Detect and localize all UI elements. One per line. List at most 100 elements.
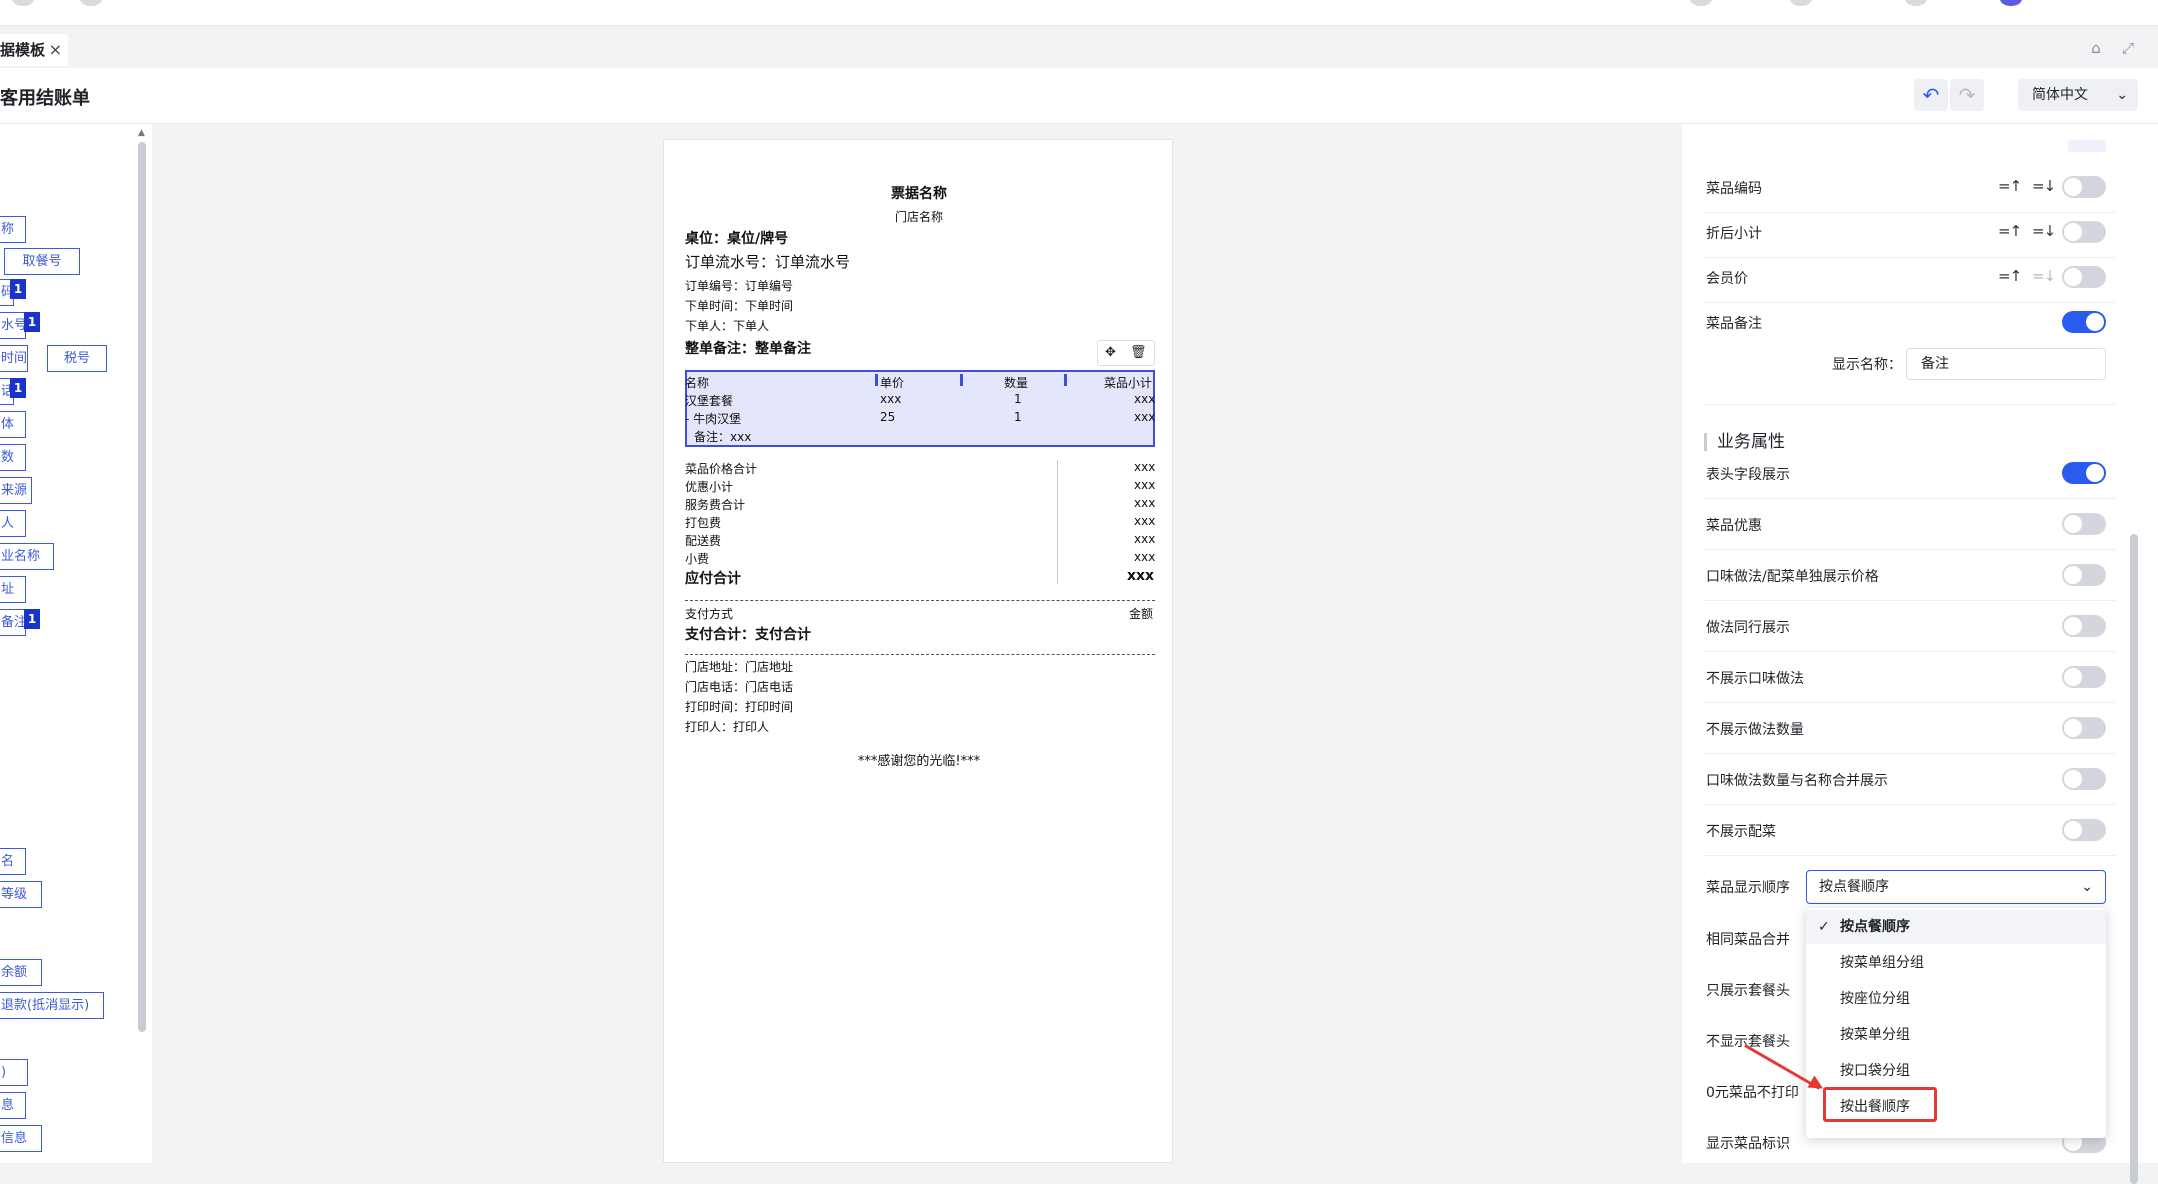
toggle-hide-method-qty[interactable] — [2062, 717, 2106, 739]
toggle-discounted-subtotal[interactable] — [2062, 221, 2106, 243]
section-title: 业务属性 — [1704, 433, 1785, 451]
serial-field[interactable]: 订单流水号：订单流水号 — [685, 251, 850, 272]
pay-method[interactable]: 支付方式 — [685, 605, 733, 622]
field-tag[interactable]: 人 — [0, 510, 26, 537]
column-resize-handle[interactable] — [1064, 374, 1067, 386]
total-label[interactable]: 应付合计 — [685, 568, 741, 588]
thanks-text[interactable]: ***感谢您的光临!*** — [664, 750, 1174, 769]
field-tag[interactable]: 来源 — [0, 477, 32, 504]
menu-option[interactable]: 按菜单组分组 — [1806, 946, 2106, 980]
toggle-hide-side-dish[interactable] — [2062, 819, 2106, 841]
field-tag[interactable]: 余额 — [0, 959, 42, 986]
summary-label[interactable]: 配送费 — [685, 532, 721, 549]
redo-button[interactable]: ↷ — [1950, 79, 1984, 111]
avatar[interactable] — [2000, 0, 2022, 6]
summary-label[interactable]: 优惠小计 — [685, 478, 733, 495]
field-tag[interactable]: 数 — [0, 444, 26, 471]
tab-receipt-template[interactable]: 据模板 × — [0, 34, 68, 66]
sort-down-icon[interactable]: =↓ — [2032, 267, 2056, 285]
summary-divider — [1057, 460, 1058, 584]
field-tag[interactable]: 体 — [0, 411, 26, 438]
left-scrollbar[interactable] — [138, 142, 146, 1032]
undo-button[interactable]: ↶ — [1914, 79, 1948, 111]
toggle-dish-discount[interactable] — [2062, 513, 2106, 535]
toggle-dish-note[interactable] — [2062, 311, 2106, 333]
pin-icon[interactable]: ⌂ — [2084, 36, 2108, 60]
footer-line[interactable]: 打印人：打印人 — [685, 718, 769, 735]
field-tag[interactable]: 时间 — [0, 345, 28, 372]
annotation-highlight-box — [1823, 1087, 1937, 1122]
row-label: 菜品显示顺序 — [1706, 880, 1790, 896]
column-header-qty: 数量 — [1004, 376, 1029, 390]
table-field[interactable]: 桌位：桌位/牌号 — [685, 228, 788, 248]
row-label: 折后小计 — [1706, 226, 1762, 242]
footer-line[interactable]: 门店地址：门店地址 — [685, 658, 793, 675]
field-tag[interactable]: 等级 — [0, 881, 42, 908]
menu-option[interactable]: ✓ 按点餐顺序 — [1806, 910, 2106, 944]
pay-total[interactable]: 支付合计：支付合计 — [685, 624, 811, 644]
menu-option[interactable]: 按座位分组 — [1806, 982, 2106, 1016]
summary-label[interactable]: 打包费 — [685, 514, 721, 531]
field-tag[interactable]: ) — [0, 1059, 28, 1086]
sort-down-icon[interactable]: =↓ — [2032, 177, 2056, 195]
language-select[interactable]: 简体中文 ⌄ — [2018, 79, 2138, 111]
whole-note-field[interactable]: 整单备注：整单备注 — [685, 338, 811, 358]
menu-option[interactable]: 按口袋分组 — [1806, 1054, 2106, 1088]
sort-up-icon[interactable]: =↑ — [1998, 267, 2022, 285]
field-tag[interactable]: 业名称 — [0, 543, 54, 570]
right-scrollbar[interactable] — [2130, 534, 2138, 1184]
toggle-merge-method-qty[interactable] — [2062, 768, 2106, 790]
items-table-selected[interactable] — [685, 370, 1155, 447]
top-icon — [80, 0, 102, 6]
summary-value: xxx — [1134, 478, 1156, 492]
column-resize-handle[interactable] — [875, 374, 878, 386]
field-tag[interactable]: 名 — [0, 848, 26, 875]
field-tag[interactable]: 取餐号 — [4, 248, 80, 275]
field-tag[interactable]: 称 — [0, 216, 26, 243]
toggle-header-fields[interactable] — [2062, 462, 2106, 484]
field-tag[interactable]: 税号 — [47, 345, 107, 372]
order-time-field[interactable]: 下单时间：下单时间 — [685, 297, 793, 314]
row-label: 口味做法数量与名称合并展示 — [1706, 773, 1888, 789]
toggle-dish-code[interactable] — [2062, 176, 2106, 198]
close-icon[interactable]: × — [49, 34, 62, 66]
expand-icon[interactable]: ⤢ — [2116, 36, 2140, 60]
field-tag[interactable]: 备注 — [0, 609, 27, 636]
page-header: 客用结账单 ↶ ↷ 简体中文 ⌄ — [0, 68, 2158, 124]
sort-down-icon[interactable]: =↓ — [2032, 222, 2056, 240]
toggle-hide-flavor[interactable] — [2062, 666, 2106, 688]
menu-option[interactable]: 按菜单分组 — [1806, 1018, 2106, 1052]
summary-value: xxx — [1134, 532, 1156, 546]
toggle-method-inline[interactable] — [2062, 615, 2106, 637]
field-tag[interactable]: 址 — [0, 576, 26, 603]
dish-order-value: 按点餐顺序 — [1819, 879, 1889, 895]
summary-label[interactable]: 菜品价格合计 — [685, 460, 757, 477]
receipt-paper[interactable]: 票据名称 门店名称 桌位：桌位/牌号 订单流水号：订单流水号 订单编号：订单编号… — [663, 139, 1173, 1163]
scroll-up-icon[interactable]: ▲ — [138, 128, 145, 138]
sort-up-icon[interactable]: =↑ — [1998, 222, 2022, 240]
move-icon[interactable]: ✥ — [1105, 341, 1116, 365]
field-tag[interactable]: 退款(抵消显示) — [0, 992, 104, 1019]
toggle-member-price[interactable] — [2062, 266, 2106, 288]
footer-line[interactable]: 门店电话：门店电话 — [685, 678, 793, 695]
row-label: 会员价 — [1706, 271, 1748, 287]
summary-label[interactable]: 服务费合计 — [685, 496, 745, 513]
field-tag[interactable]: 息 — [0, 1092, 26, 1119]
footer-line[interactable]: 打印时间：打印时间 — [685, 698, 793, 715]
column-resize-handle[interactable] — [960, 374, 963, 386]
order-no-field[interactable]: 订单编号：订单编号 — [685, 277, 793, 294]
field-tag[interactable]: 信息 — [0, 1125, 42, 1152]
delete-icon[interactable]: 🗑 — [1130, 341, 1147, 365]
toggle-flavor-price[interactable] — [2062, 564, 2106, 586]
field-tag[interactable]: 水号 — [0, 312, 27, 339]
pay-amount: 金额 — [1129, 607, 1154, 621]
display-name-input[interactable]: 备注 — [1906, 348, 2106, 380]
receipt-title[interactable]: 票据名称 — [664, 183, 1174, 203]
store-name[interactable]: 门店名称 — [664, 208, 1174, 225]
top-icon — [1690, 0, 1712, 6]
order-person-field[interactable]: 下单人：下单人 — [685, 317, 769, 334]
summary-label[interactable]: 小费 — [685, 550, 709, 567]
sort-up-icon[interactable]: =↑ — [1998, 177, 2022, 195]
property-panel: 菜品编码 =↑ =↓ 折后小计 =↑ =↓ 会员价 =↑ =↓ 菜品备注 显示名… — [1682, 124, 2158, 1184]
dish-order-select[interactable]: 按点餐顺序 ⌄ — [1806, 870, 2106, 904]
